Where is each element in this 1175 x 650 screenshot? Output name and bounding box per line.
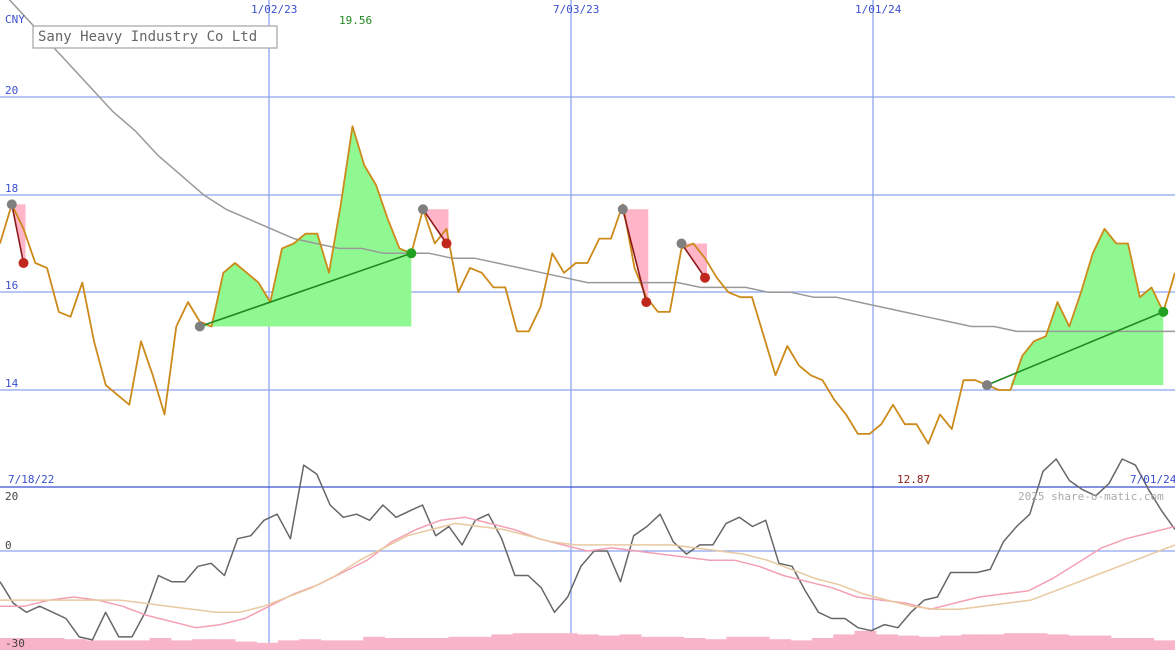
volume-bar: [875, 634, 898, 650]
volume-bar: [598, 635, 621, 650]
oscillator-line-3: [0, 522, 1175, 614]
currency-label: CNY: [5, 13, 25, 26]
volume-bar: [555, 633, 578, 650]
labels: Sany Heavy Industry Co Ltd CNY 20 18 16 …: [5, 3, 1175, 650]
volume-bar: [106, 640, 129, 650]
volume-bar: [683, 638, 706, 650]
x-label-2: 7/03/23: [553, 3, 599, 16]
volume-bar: [961, 634, 984, 650]
volume-bar: [320, 640, 343, 650]
x-label-end: 7/01/24: [1130, 473, 1175, 486]
signal-markers: [6, 199, 1169, 391]
stock-chart: Sany Heavy Industry Co Ltd CNY 20 18 16 …: [0, 0, 1175, 650]
volume-bar: [448, 636, 471, 650]
high-label: 19.56: [339, 14, 372, 27]
volume-bar: [576, 634, 599, 650]
oscillator-lines: [0, 458, 1175, 641]
volume-bar: [384, 638, 407, 650]
volume-bar: [64, 639, 86, 650]
volume-bar: [1046, 634, 1069, 650]
watermark: 2025 share-o-matic.com: [1018, 490, 1164, 503]
volume-bar: [427, 638, 450, 650]
sell-signal-end: [700, 272, 710, 283]
volume-bar: [491, 634, 514, 650]
volume-bar: [534, 633, 556, 650]
volume-bar: [1089, 635, 1112, 650]
volume-bar: [405, 638, 428, 650]
volume-bar: [769, 639, 791, 650]
volume-bar: [277, 640, 300, 650]
volume-bar: [192, 639, 215, 650]
volume-bar: [1110, 638, 1133, 650]
y-tick-14: 14: [5, 377, 19, 390]
buy-signal-start: [982, 380, 992, 391]
x-label-1: 1/02/23: [251, 3, 297, 16]
sell-signal-end: [441, 238, 452, 249]
volume-bar: [897, 635, 920, 650]
chart-title: Sany Heavy Industry Co Ltd: [38, 29, 257, 45]
sell-signal-start: [418, 204, 428, 215]
volume-bar: [42, 638, 65, 650]
osc-tick-neg30: -30: [5, 637, 25, 650]
volume-bar: [982, 634, 1005, 650]
volume-bar: [363, 636, 386, 650]
sell-signal-start: [676, 238, 687, 249]
volume-bar: [512, 633, 535, 650]
volume-bars: [0, 630, 1175, 650]
volume-bar: [833, 634, 856, 650]
volume-bar: [918, 636, 941, 650]
x-label-start: 7/18/22: [8, 473, 54, 486]
oscillator-line-1: [0, 458, 1175, 641]
volume-bar: [705, 639, 727, 650]
volume-bar: [747, 636, 770, 650]
price-lines: [0, 0, 1175, 445]
volume-bar: [1025, 633, 1048, 650]
volume-bar: [85, 640, 108, 650]
sell-signal-end: [18, 258, 29, 268]
buy-signal-end: [406, 248, 417, 259]
volume-bar: [341, 640, 364, 650]
volume-bar: [1132, 638, 1155, 650]
volume-bar: [299, 639, 321, 650]
volume-bar: [662, 636, 685, 650]
volume-bar: [470, 636, 492, 650]
volume-bar: [619, 634, 642, 650]
volume-bar: [256, 642, 279, 650]
sell-signal-start: [6, 199, 17, 210]
volume-bar: [640, 636, 663, 650]
sell-signal-end: [641, 297, 652, 308]
osc-tick-0: 0: [5, 539, 12, 552]
volume-bar: [1068, 635, 1091, 650]
buy-signal-end: [1158, 306, 1169, 317]
volume-bar: [1004, 633, 1026, 650]
volume-bar: [1153, 640, 1175, 650]
low-label: 12.87: [897, 473, 930, 486]
moving-average-line: [8, 0, 1175, 333]
volume-bar: [940, 635, 962, 650]
oscillator-line-2: [0, 516, 1175, 629]
volume-bar: [235, 641, 257, 650]
volume-bar: [726, 636, 749, 650]
x-label-3: 1/01/24: [855, 3, 902, 16]
volume-bar: [170, 640, 193, 650]
buy-gain-fill: [199, 126, 412, 327]
signal-fills: [11, 126, 1164, 386]
volume-bar: [149, 638, 172, 650]
y-tick-20: 20: [5, 84, 18, 97]
volume-bar: [213, 639, 236, 650]
y-tick-16: 16: [5, 279, 18, 292]
volume-bar: [811, 638, 834, 650]
buy-signal-start: [194, 321, 205, 332]
price-line: [0, 125, 1175, 445]
y-tick-18: 18: [5, 182, 18, 195]
sell-signal-start: [617, 204, 628, 215]
volume-bar: [854, 630, 877, 650]
osc-tick-20: 20: [5, 490, 18, 503]
volume-bar: [790, 640, 813, 650]
volume-bar: [128, 640, 151, 650]
